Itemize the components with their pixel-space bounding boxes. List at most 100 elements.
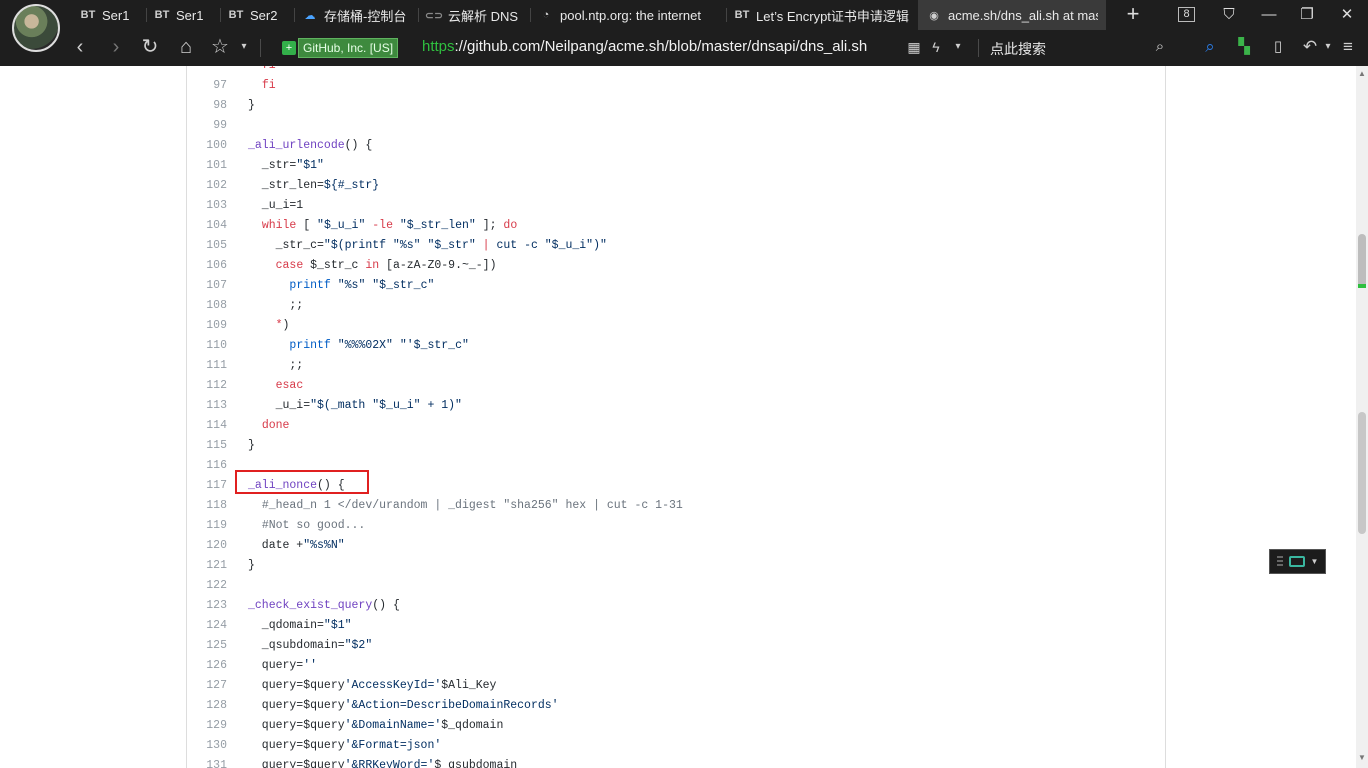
vertical-scrollbar[interactable]: ▲ ▼ <box>1356 66 1368 768</box>
code-line: 101 _str="$1" <box>187 156 1165 176</box>
scroll-up-arrow[interactable]: ▲ <box>1358 70 1366 78</box>
line-number[interactable]: 100 <box>187 136 241 156</box>
skin-icon[interactable]: ⛉ <box>1218 4 1240 26</box>
line-number[interactable]: 122 <box>187 576 241 596</box>
code-line: 99 <box>187 116 1165 136</box>
line-number[interactable]: 119 <box>187 516 241 536</box>
line-number[interactable]: 115 <box>187 436 241 456</box>
lightning-icon[interactable]: ϟ <box>924 36 948 60</box>
qr-code-icon[interactable]: ▦ <box>902 36 926 60</box>
line-number[interactable]: 121 <box>187 556 241 576</box>
reload-button[interactable]: ↻ <box>138 36 162 60</box>
search-engine-icon[interactable]: ⌕ <box>1198 36 1222 60</box>
line-number[interactable]: 127 <box>187 676 241 696</box>
line-number[interactable]: 110 <box>187 336 241 356</box>
line-number[interactable]: 114 <box>187 416 241 436</box>
line-number[interactable]: 111 <box>187 356 241 376</box>
tab-count-badge[interactable]: 8 <box>1178 7 1195 22</box>
tab-strip: BT Ser1 BT Ser1 BT Ser2 ☁ 存储桶-控制台 ⊂⊃ 云解析 DNS … <box>72 0 1106 30</box>
code-line: 115} <box>187 436 1165 456</box>
tab[interactable]: BT Ser1 <box>146 0 220 30</box>
line-number[interactable]: 107 <box>187 276 241 296</box>
minimize-button[interactable]: — <box>1258 4 1280 26</box>
line-number[interactable]: 126 <box>187 656 241 676</box>
line-number[interactable]: 124 <box>187 616 241 636</box>
tab[interactable]: ⊂⊃ 云解析 DNS <box>418 0 530 30</box>
ime-toolbar[interactable]: ▼ <box>1269 549 1326 574</box>
tab[interactable]: BT Ser1 <box>72 0 146 30</box>
scroll-down-arrow[interactable]: ▼ <box>1358 754 1366 762</box>
line-number[interactable]: 125 <box>187 636 241 656</box>
line-number[interactable]: 116 <box>187 456 241 476</box>
code-line: 117 _ali_nonce() { <box>187 476 1165 496</box>
code-line: 104 while [ "$_u_i" -le "$_str_len" ]; d… <box>187 216 1165 236</box>
code-text: printf "%%%02X" "'$_str_c" <box>289 339 469 352</box>
user-avatar[interactable] <box>12 4 60 52</box>
cert-organization: GitHub, Inc. [US] <box>298 38 399 58</box>
code-line: 97 fi <box>187 76 1165 96</box>
divider <box>260 39 261 57</box>
line-number[interactable]: 129 <box>187 716 241 736</box>
search-input[interactable]: 点此搜索 <box>990 39 1046 59</box>
home-button[interactable]: ⌂ <box>174 36 198 60</box>
line-number[interactable]: 113 <box>187 396 241 416</box>
line-number[interactable]: 103 <box>187 196 241 216</box>
line-number[interactable]: 118 <box>187 496 241 516</box>
keyboard-icon[interactable] <box>1288 556 1305 567</box>
new-tab-button[interactable]: + <box>1122 3 1144 26</box>
chevron-down-icon[interactable]: ▾ <box>232 36 256 60</box>
code-line: 123 _check_exist_query() { <box>187 596 1165 616</box>
tab[interactable]: BT Let’s Encrypt证书申请逻辑 <box>726 0 918 30</box>
code-text: _check_exist_query() { <box>248 599 400 612</box>
apps-grid-icon[interactable]: ▚ <box>1232 36 1256 60</box>
browser-chrome: BT Ser1 BT Ser1 BT Ser2 ☁ 存储桶-控制台 ⊂⊃ 云解析 DNS … <box>0 0 1368 66</box>
tab-active[interactable]: ◉ acme.sh/dns_ali.sh at mas <box>918 0 1106 30</box>
page-content: fi97 fi98}99100_ali_urlencode() {101 _st… <box>0 66 1356 768</box>
line-number[interactable]: 120 <box>187 536 241 556</box>
line-number[interactable]: 117 <box>187 476 241 496</box>
code-line: 105 _str_c="$(printf "%s" "$_str" | cut … <box>187 236 1165 256</box>
tab[interactable]: ◔ pool.ntp.org: the internet <box>530 0 726 30</box>
line-number[interactable]: 102 <box>187 176 241 196</box>
close-window-button[interactable]: ✕ <box>1336 4 1358 26</box>
line-number[interactable]: 105 <box>187 236 241 256</box>
line-number[interactable]: 97 <box>187 76 241 96</box>
line-number[interactable]: 131 <box>187 756 241 768</box>
search-icon[interactable]: ⌕ <box>1148 36 1172 60</box>
restore-button[interactable]: ❐ <box>1296 4 1318 26</box>
line-number[interactable]: 98 <box>187 96 241 116</box>
menu-icon[interactable]: ≡ <box>1336 36 1360 60</box>
tab[interactable]: BT Ser2 <box>220 0 294 30</box>
line-number[interactable] <box>187 66 241 76</box>
line-number[interactable]: 104 <box>187 216 241 236</box>
code-text: fi <box>261 79 276 92</box>
drag-handle-icon[interactable] <box>1276 555 1283 568</box>
line-number[interactable]: 109 <box>187 316 241 336</box>
line-number[interactable]: 130 <box>187 736 241 756</box>
line-number[interactable]: 112 <box>187 376 241 396</box>
forward-button[interactable]: › <box>104 36 128 60</box>
code-text: query=$query'&RRKeyWord='$_qsubdomain <box>248 759 518 768</box>
chevron-down-icon[interactable]: ▾ <box>946 36 970 60</box>
back-button[interactable]: ‹ <box>68 36 92 60</box>
code-line: 103 _u_i=1 <box>187 196 1165 216</box>
certificate-indicator[interactable]: + GitHub, Inc. [US] <box>282 38 399 58</box>
line-number[interactable]: 99 <box>187 116 241 136</box>
line-number[interactable]: 106 <box>187 256 241 276</box>
reader-icon[interactable]: ▯ <box>1266 36 1290 60</box>
line-number[interactable]: 128 <box>187 696 241 716</box>
code-line: 119 #Not so good... <box>187 516 1165 536</box>
tab-label: pool.ntp.org: the internet <box>560 7 701 23</box>
favorite-star-icon[interactable]: ☆ <box>208 36 232 60</box>
line-number[interactable]: 101 <box>187 156 241 176</box>
line-number[interactable]: 123 <box>187 596 241 616</box>
scroll-thumb[interactable] <box>1358 234 1366 288</box>
tab[interactable]: ☁ 存储桶-控制台 <box>294 0 418 30</box>
address-bar[interactable]: https://github.com/Neilpang/acme.sh/blob… <box>422 38 867 55</box>
chevron-down-icon[interactable]: ▼ <box>1311 557 1319 566</box>
code-line: 116 <box>187 456 1165 476</box>
scroll-thumb-secondary[interactable] <box>1358 412 1366 534</box>
line-number[interactable]: 108 <box>187 296 241 316</box>
